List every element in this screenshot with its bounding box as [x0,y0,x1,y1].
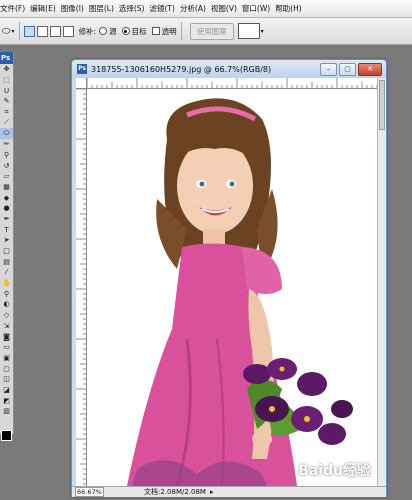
status-bar: 66.67% 文档:2.08M/2.08M ▸ [72,486,386,497]
screen-mode-icon[interactable]: ▭ [0,342,13,353]
radio-icon [99,27,108,35]
vertical-ruler[interactable] [76,89,87,486]
source-radio[interactable]: 源 [99,26,117,37]
menu-analysis[interactable]: 分析(A) [178,3,209,14]
vertical-scrollbar[interactable] [377,78,386,486]
menu-layer[interactable]: 图层(L) [87,3,117,14]
options-bar: ⬭ ▾ 修补: 源 目标 透明 使用图案 ▾ [0,18,412,45]
transparent-checkbox[interactable]: 透明 [151,26,177,37]
horizontal-ruler[interactable] [87,78,377,89]
pen-tool-icon[interactable]: ✒ [0,214,13,225]
extra-tool-icon-6[interactable]: ▥ [0,406,13,417]
extra-tool-icon-5[interactable]: ◩ [0,395,13,406]
separator [180,22,182,40]
document-title-bar[interactable]: Ps 318755-1306160H5279.jpg @ 66.7%(RGB/8… [72,60,386,78]
move-tool-icon[interactable]: ✥ [0,64,13,75]
brush-tool-icon[interactable]: ✏ [0,139,13,150]
intersect-selection-icon[interactable] [62,25,74,37]
stamp-tool-icon[interactable]: ⚲ [0,150,13,161]
lasso-tool-icon[interactable]: ᑌ [0,85,13,96]
use-pattern-button[interactable]: 使用图案 [189,22,234,40]
dodge-tool-icon[interactable]: ● [0,203,13,214]
photoshop-doc-icon: Ps [77,64,87,74]
blur-tool-icon[interactable]: ◆ [0,192,13,203]
crop-tool-icon[interactable]: ⌗ [0,107,13,118]
menu-filter[interactable]: 滤镜(T) [148,3,178,14]
rotate-view-icon[interactable]: ◐ [0,299,13,310]
separator [18,22,20,40]
patch-label: 修补: [78,26,97,36]
scrollbar-thumb[interactable] [379,80,385,130]
close-button[interactable]: ✕ [358,62,382,76]
extra-tool-icon-3[interactable]: ◫ [0,374,13,385]
gradient-tool-icon[interactable]: ▦ [0,182,13,193]
new-selection-icon[interactable] [23,25,35,37]
radio-selected-icon [121,27,130,35]
document-title: 318755-1306160H5279.jpg @ 66.7%(RGB/8) [91,64,272,74]
document-window: Ps 318755-1306160H5279.jpg @ 66.7%(RGB/8… [71,59,387,497]
shape-tool-icon[interactable]: □ [0,246,13,257]
zoom-level-field[interactable]: 66.67% [75,487,104,497]
minimize-button[interactable]: – [320,62,337,76]
quick-mask-icon[interactable]: ◙ [0,331,13,342]
girl-with-flowers-photo [127,98,353,486]
menu-file[interactable]: 文件(F) [0,3,28,14]
eraser-tool-icon[interactable]: ▱ [0,171,13,182]
menu-bar: 文件(F) 编辑(E) 图像(I) 图层(L) 选择(S) 滤镜(T) 分析(A… [0,0,412,18]
hand-tool-icon[interactable]: ✋ [0,278,13,289]
quick-select-tool-icon[interactable]: ✎ [0,96,13,107]
status-menu-arrow-icon[interactable]: ▸ [210,488,214,496]
baidu-watermark: Baidu经验 [298,463,371,479]
notes-tool-icon[interactable]: ▤ [0,256,13,267]
vertical-ruler-ticks [76,89,86,485]
tool-preset-dropdown-icon[interactable]: ▾ [12,28,15,35]
patch-tool-icon[interactable]: ⬭ [2,26,11,37]
extra-tool-icon[interactable]: ▣ [0,353,13,364]
add-selection-icon[interactable] [36,25,48,37]
eyedropper-tool-icon[interactable]: ⁄ [0,267,13,278]
zoom-tool-icon[interactable]: ⚲ [0,288,13,299]
pattern-swatch[interactable] [237,23,260,39]
extra-tool-icon-4[interactable]: ◪ [0,385,13,396]
document-size-info: 文档:2.08M/2.08M [144,488,206,496]
patch-tool-icon[interactable]: ⬭ [0,128,13,139]
horizontal-ruler-ticks [87,78,377,88]
checkbox-icon [151,27,160,35]
slice-tool-icon[interactable]: ⟋ [0,117,13,128]
toolbox-header: Ps [0,52,13,64]
ruler-corner[interactable] [76,78,87,89]
3d-tool-icon[interactable]: ◇ [0,310,13,321]
measure-tool-icon[interactable]: ⇲ [0,321,13,332]
marquee-tool-icon[interactable]: ⬚ [0,75,13,86]
menu-window[interactable]: 窗口(W) [240,3,273,14]
maximize-button[interactable]: ▢ [339,62,356,76]
menu-help[interactable]: 帮助(H) [273,3,305,14]
toolbox: Ps ✥ ⬚ ᑌ ✎ ⌗ ⟋ ⬭ ✏ ⚲ ↺ ▱ ▦ ◆ ● ✒ T ➤ □ ▤… [0,52,14,441]
menu-image[interactable]: 图像(I) [59,3,87,14]
extra-tool-icon-2[interactable]: ▢ [0,363,13,374]
subtract-selection-icon[interactable] [49,25,61,37]
menu-view[interactable]: 视图(V) [209,3,240,14]
history-brush-tool-icon[interactable]: ↺ [0,160,13,171]
destination-radio[interactable]: 目标 [121,26,147,37]
foreground-color-swatch[interactable] [1,430,12,441]
type-tool-icon[interactable]: T [0,224,13,235]
menu-edit[interactable]: 编辑(E) [28,3,59,14]
pattern-dropdown-icon[interactable]: ▾ [261,28,264,35]
menu-select[interactable]: 选择(S) [117,3,148,14]
image-canvas[interactable]: Baidu经验 [87,89,377,486]
path-select-tool-icon[interactable]: ➤ [0,235,13,246]
